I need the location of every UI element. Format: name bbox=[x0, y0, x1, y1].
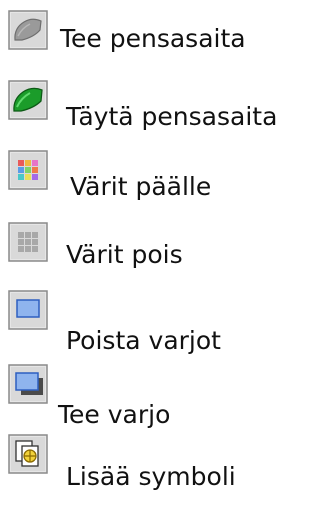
menu-item-label: Värit päälle bbox=[70, 172, 212, 201]
colors-on-icon bbox=[8, 150, 48, 190]
remove-shadow-icon bbox=[8, 290, 48, 330]
menu-item-label: Tee pensasaita bbox=[60, 24, 246, 53]
menu-item-label: Lisää symboli bbox=[66, 462, 236, 491]
menu-item-poista-varjot[interactable]: Poista varjot bbox=[0, 290, 314, 355]
menu-item-tayta-pensasaita[interactable]: Täytä pensasaita bbox=[0, 80, 314, 136]
menu-item-label: Poista varjot bbox=[66, 326, 221, 355]
make-shadow-icon bbox=[8, 364, 48, 404]
hedge-outline-icon bbox=[8, 10, 48, 50]
menu-item-lisaa-symboli[interactable]: Lisää symboli bbox=[0, 434, 314, 491]
insert-symbol-icon bbox=[8, 434, 48, 474]
colors-off-icon bbox=[8, 222, 48, 262]
menu-item-tee-varjo[interactable]: Tee varjo bbox=[0, 364, 314, 429]
menu-item-label: Tee varjo bbox=[58, 400, 171, 429]
menu-item-label: Täytä pensasaita bbox=[66, 102, 278, 131]
menu-item-label: Värit pois bbox=[66, 240, 183, 269]
hedge-fill-icon bbox=[8, 80, 48, 120]
menu-item-varit-pois[interactable]: Värit pois bbox=[0, 222, 314, 278]
menu-item-varit-paalle[interactable]: Värit päälle bbox=[0, 150, 314, 206]
menu-item-tee-pensasaita[interactable]: Tee pensasaita bbox=[0, 10, 314, 66]
